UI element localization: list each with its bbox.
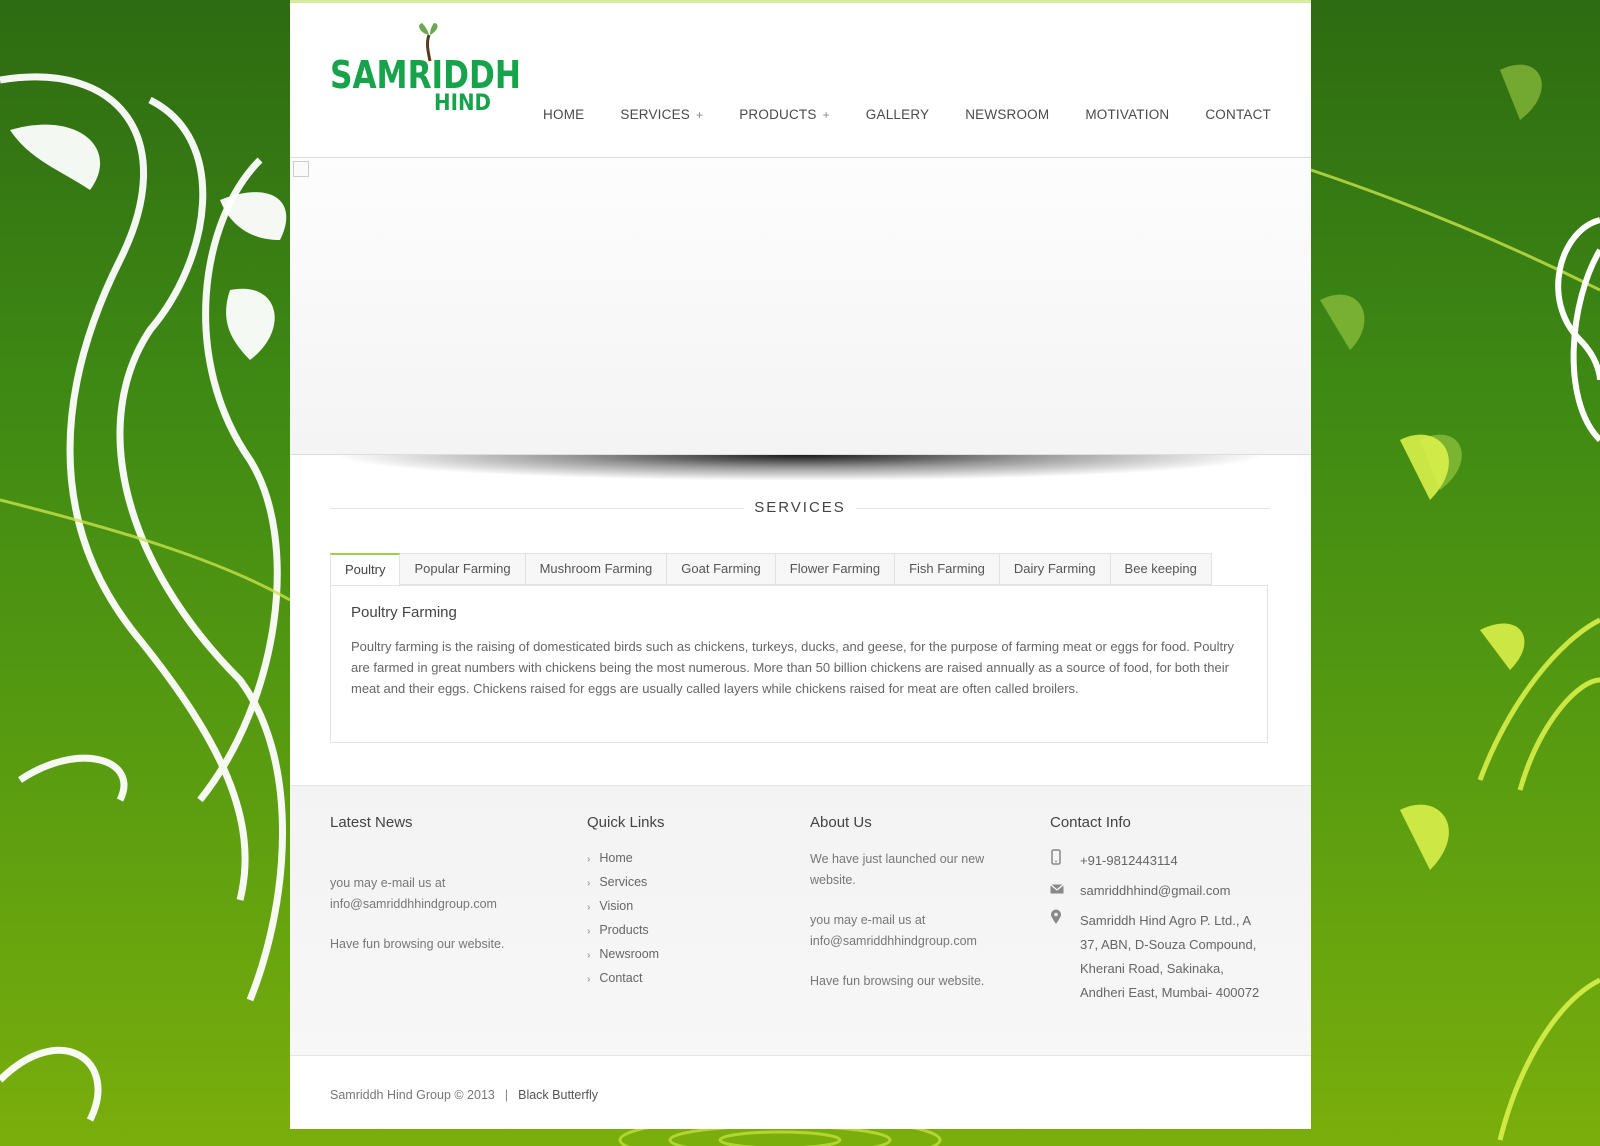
nav-motivation-label: MOTIVATION bbox=[1085, 107, 1170, 122]
footer-text-line: website. bbox=[810, 873, 856, 887]
nav-home-label: HOME bbox=[543, 107, 585, 122]
nav-gallery-label: GALLERY bbox=[865, 107, 930, 122]
footer-heading: About Us bbox=[810, 814, 872, 831]
divider bbox=[856, 508, 1270, 509]
tab-poultry[interactable]: Poultry bbox=[330, 553, 401, 587]
quick-link-label: Newsroom bbox=[599, 947, 660, 961]
tab-panel-body: Poultry farming is the raising of domest… bbox=[351, 639, 1234, 696]
tab-popular-farming[interactable]: Popular Farming bbox=[400, 553, 526, 585]
contact-phone: +91-9812443114 bbox=[1050, 849, 1280, 873]
tab-panel-heading: Poultry Farming bbox=[351, 604, 457, 621]
chevron-right-icon: › bbox=[587, 950, 591, 961]
contact-list: +91-9812443114 samriddhhind@gmail.com Sa… bbox=[1050, 849, 1280, 1005]
footer-text: you may e-mail us at info@samriddhhindgr… bbox=[330, 873, 560, 955]
map-pin-icon bbox=[1050, 909, 1080, 1005]
nav-home[interactable]: HOME bbox=[543, 107, 584, 122]
tab-bee-keeping[interactable]: Bee keeping bbox=[1110, 553, 1212, 585]
quick-link-label: Products bbox=[599, 923, 649, 937]
nav-services-label: SERVICES bbox=[620, 107, 690, 122]
footer-latest-news: Latest News you may e-mail us at info@sa… bbox=[330, 814, 560, 955]
logo-text-secondary: HIND bbox=[434, 91, 491, 116]
hero-slider[interactable] bbox=[290, 157, 1311, 455]
quick-link-home[interactable]: › Home bbox=[587, 847, 767, 871]
chevron-right-icon: › bbox=[587, 926, 591, 937]
tab-goat-farming[interactable]: Goat Farming bbox=[667, 553, 776, 585]
chevron-right-icon: › bbox=[587, 854, 591, 865]
quick-link-products[interactable]: › Products bbox=[587, 919, 767, 943]
copyright: Samriddh Hind Group © 2013 | Black Butterf… bbox=[330, 1088, 598, 1102]
quick-link-label: Home bbox=[599, 851, 633, 865]
credit-link[interactable]: Black Butterfly bbox=[518, 1088, 598, 1102]
nav-motivation[interactable]: MOTIVATION bbox=[1085, 107, 1169, 122]
quick-link-services[interactable]: › Services bbox=[587, 871, 767, 895]
phone-icon bbox=[1050, 849, 1080, 873]
footer-text-line: Have fun browsing our website. bbox=[810, 974, 985, 988]
site-logo[interactable]: SAMRIDDH HIND bbox=[330, 23, 521, 119]
submenu-plus-icon: + bbox=[822, 108, 830, 122]
quick-links-list: › Home › Services › Vision › Products › Newsr… bbox=[587, 847, 767, 991]
submenu-plus-icon: + bbox=[696, 108, 704, 122]
footer-text: We have just launched our new website. y… bbox=[810, 849, 1010, 992]
nav-newsroom[interactable]: NEWSROOM bbox=[965, 107, 1049, 122]
envelope-icon bbox=[1050, 879, 1080, 903]
tab-dairy-farming[interactable]: Dairy Farming bbox=[999, 553, 1111, 585]
nav-contact-label: CONTACT bbox=[1205, 107, 1271, 122]
page-container: SAMRIDDH HIND HOME SERVICES + PRODUCTS + G… bbox=[290, 0, 1311, 1129]
contact-address: Samriddh Hind Agro P. Ltd., A 37, ABN, D… bbox=[1050, 909, 1280, 1005]
section-heading: SERVICES bbox=[330, 497, 1270, 521]
address-line: Andheri East, Mumbai- 400072 bbox=[1080, 985, 1260, 1000]
footer-heading: Contact Info bbox=[1050, 814, 1131, 831]
footer-email-link[interactable]: info@samriddhhindgroup.com bbox=[810, 931, 1010, 952]
chevron-right-icon: › bbox=[587, 974, 591, 985]
contact-email-link[interactable]: samriddhhind@gmail.com bbox=[1080, 879, 1230, 903]
copyright-text: Samriddh Hind Group © 2013 bbox=[330, 1088, 495, 1102]
nav-gallery[interactable]: GALLERY bbox=[866, 107, 929, 122]
copyright-bar: Samriddh Hind Group © 2013 | Black Butterf… bbox=[290, 1055, 1311, 1129]
nav-products[interactable]: PRODUCTS + bbox=[739, 107, 830, 122]
footer-quick-links: Quick Links › Home › Services › Vision › Pro… bbox=[587, 814, 767, 991]
nav-contact[interactable]: CONTACT bbox=[1205, 107, 1271, 122]
footer-text-line: We have just launched our new bbox=[810, 852, 985, 866]
chevron-right-icon: › bbox=[587, 878, 591, 889]
address-line: Kherani Road, Sakinaka, bbox=[1080, 961, 1224, 976]
footer-heading: Latest News bbox=[330, 814, 413, 831]
main-nav: HOME SERVICES + PRODUCTS + GALLERY NEWSROO… bbox=[507, 107, 1271, 122]
quick-link-vision[interactable]: › Vision bbox=[587, 895, 767, 919]
footer-text-line: you may e-mail us at bbox=[330, 876, 446, 890]
tab-fish-farming[interactable]: Fish Farming bbox=[895, 553, 1000, 585]
nav-products-label: PRODUCTS bbox=[739, 107, 817, 122]
quick-link-label: Contact bbox=[599, 971, 643, 985]
footer-email-link[interactable]: info@samriddhhindgroup.com bbox=[330, 894, 560, 915]
nav-newsroom-label: NEWSROOM bbox=[965, 107, 1050, 122]
footer-heading: Quick Links bbox=[587, 814, 665, 831]
slider-shadow bbox=[330, 455, 1270, 481]
quick-link-contact[interactable]: › Contact bbox=[587, 967, 767, 991]
nav-services[interactable]: SERVICES + bbox=[620, 107, 703, 122]
chevron-right-icon: › bbox=[587, 902, 591, 913]
address-line: Samriddh Hind Agro P. Ltd., A bbox=[1080, 913, 1252, 928]
tab-panel-poultry: Poultry Farming Poultry farming is the r… bbox=[330, 585, 1268, 743]
separator: | bbox=[504, 1088, 509, 1102]
tab-mushroom-farming[interactable]: Mushroom Farming bbox=[525, 553, 668, 585]
services-tabs: Poultry Popular Farming Mushroom Farming… bbox=[330, 553, 1212, 587]
quick-link-label: Services bbox=[599, 875, 648, 889]
quick-link-label: Vision bbox=[599, 899, 634, 913]
tab-flower-farming[interactable]: Flower Farming bbox=[775, 553, 896, 585]
quick-link-newsroom[interactable]: › Newsroom bbox=[587, 943, 767, 967]
contact-email: samriddhhind@gmail.com bbox=[1050, 879, 1280, 903]
footer: Latest News you may e-mail us at info@sa… bbox=[290, 785, 1311, 1056]
footer-contact-info: Contact Info +91-9812443114 samriddhhind… bbox=[1050, 814, 1280, 1005]
broken-image-icon bbox=[293, 161, 309, 177]
contact-address-text: Samriddh Hind Agro P. Ltd., A 37, ABN, D… bbox=[1080, 909, 1259, 1005]
footer-about: About Us We have just launched our new w… bbox=[810, 814, 1010, 992]
logo-text-primary: SAMRIDDH bbox=[330, 53, 521, 97]
address-line: 37, ABN, D-Souza Compound, bbox=[1080, 937, 1257, 952]
footer-text-line: you may e-mail us at bbox=[810, 913, 926, 927]
footer-text-line: Have fun browsing our website. bbox=[330, 937, 505, 951]
contact-phone-text: +91-9812443114 bbox=[1080, 853, 1178, 868]
